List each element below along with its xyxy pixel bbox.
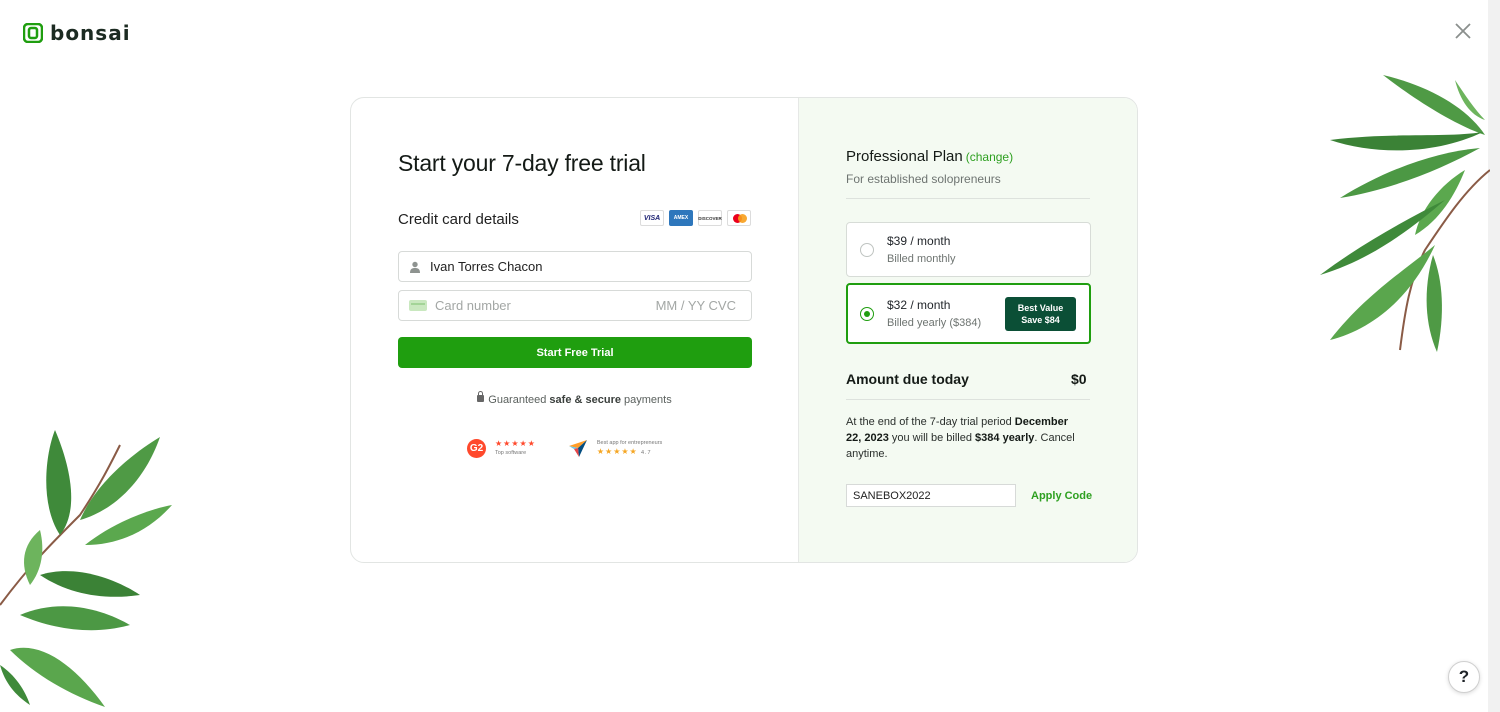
- checkout-card: Start your 7-day free trial Credit card …: [350, 97, 1138, 563]
- leaves-decoration-left: [0, 430, 172, 707]
- best-value-label: Best Value: [1017, 303, 1064, 313]
- credit-card-label: Credit card details: [398, 211, 519, 228]
- lock-icon: [477, 391, 485, 402]
- g2-stars: ★★★★★: [495, 439, 536, 448]
- secure-text-suffix: payments: [620, 394, 672, 406]
- mastercard-icon: [727, 210, 751, 226]
- g2-logo-icon: G2: [467, 438, 486, 458]
- promo-code-input[interactable]: [846, 484, 1016, 507]
- savings-label: Save $84: [1021, 315, 1060, 325]
- plan-name: Professional Plan: [846, 148, 963, 165]
- monthly-price: $39 / month: [887, 234, 951, 248]
- billing-note: At the end of the 7-day trial period Dec…: [846, 416, 1075, 460]
- capterra-logo-icon: [568, 440, 587, 457]
- amex-icon: AMEX: [669, 210, 693, 226]
- amount-due-label: Amount due today: [846, 371, 969, 387]
- secure-text-bold: safe & secure: [549, 394, 621, 406]
- secure-payments-note: Guaranteed safe & secure payments: [351, 391, 798, 406]
- page-title: Start your 7-day free trial: [398, 150, 646, 176]
- card-number-placeholder: Card number: [435, 298, 511, 313]
- yearly-price: $32 / month: [887, 298, 951, 312]
- yearly-radio[interactable]: [860, 306, 874, 321]
- amount-due-value: $0: [1071, 371, 1087, 387]
- yearly-plan-option[interactable]: $32 / month Billed yearly ($384) Best Va…: [846, 283, 1091, 344]
- plan-summary-pane: Professional Plan (change) For establishe…: [799, 98, 1137, 562]
- brand-name: bonsai: [50, 21, 131, 45]
- discover-icon: DISCOVER: [698, 210, 722, 226]
- card-brand-logos: VISA AMEX DISCOVER: [640, 210, 751, 226]
- close-icon[interactable]: [1453, 21, 1473, 41]
- capterra-caption: Best app for entrepreneurs: [596, 440, 663, 446]
- apply-code-button[interactable]: Apply Code: [1031, 490, 1092, 502]
- capterra-stars: ★★★★★ 4.7: [596, 447, 652, 457]
- start-free-trial-button[interactable]: Start Free Trial: [398, 337, 752, 368]
- divider: [846, 198, 1090, 199]
- secure-text-prefix: Guaranteed: [488, 394, 550, 406]
- plan-subtitle: For established solopreneurs: [846, 172, 1001, 186]
- trust-badges: G2 ★★★★★ Top software Best app for entre…: [467, 438, 662, 458]
- g2-badge: G2 ★★★★★ Top software: [467, 438, 536, 458]
- payment-pane: Start your 7-day free trial Credit card …: [351, 98, 799, 562]
- card-number-field[interactable]: Card number MM / YY CVC: [398, 290, 752, 321]
- bonsai-logo[interactable]: bonsai: [23, 21, 131, 45]
- cardholder-name-value: Ivan Torres Chacon: [430, 259, 543, 274]
- card-icon: [409, 300, 427, 311]
- person-icon: [410, 261, 420, 273]
- expiry-cvc-placeholder: MM / YY CVC: [655, 298, 736, 313]
- leaves-decoration-right: [1320, 75, 1490, 352]
- g2-caption: Top software: [495, 450, 527, 456]
- yearly-billing: Billed yearly ($384): [887, 317, 982, 329]
- capterra-badge: Best app for entrepreneurs ★★★★★ 4.7: [568, 438, 662, 458]
- bonsai-logo-icon: [23, 23, 43, 43]
- change-plan-link[interactable]: (change): [966, 150, 1013, 164]
- monthly-plan-option[interactable]: $39 / month Billed monthly: [846, 222, 1091, 277]
- plan-title: Professional Plan (change): [846, 148, 1013, 165]
- divider: [846, 399, 1090, 400]
- monthly-radio[interactable]: [860, 242, 874, 257]
- cardholder-name-field[interactable]: Ivan Torres Chacon: [398, 251, 752, 282]
- monthly-billing: Billed monthly: [887, 253, 956, 265]
- help-button[interactable]: ?: [1448, 661, 1480, 693]
- visa-icon: VISA: [640, 210, 664, 226]
- best-value-badge: Best Value Save $84: [1005, 297, 1076, 331]
